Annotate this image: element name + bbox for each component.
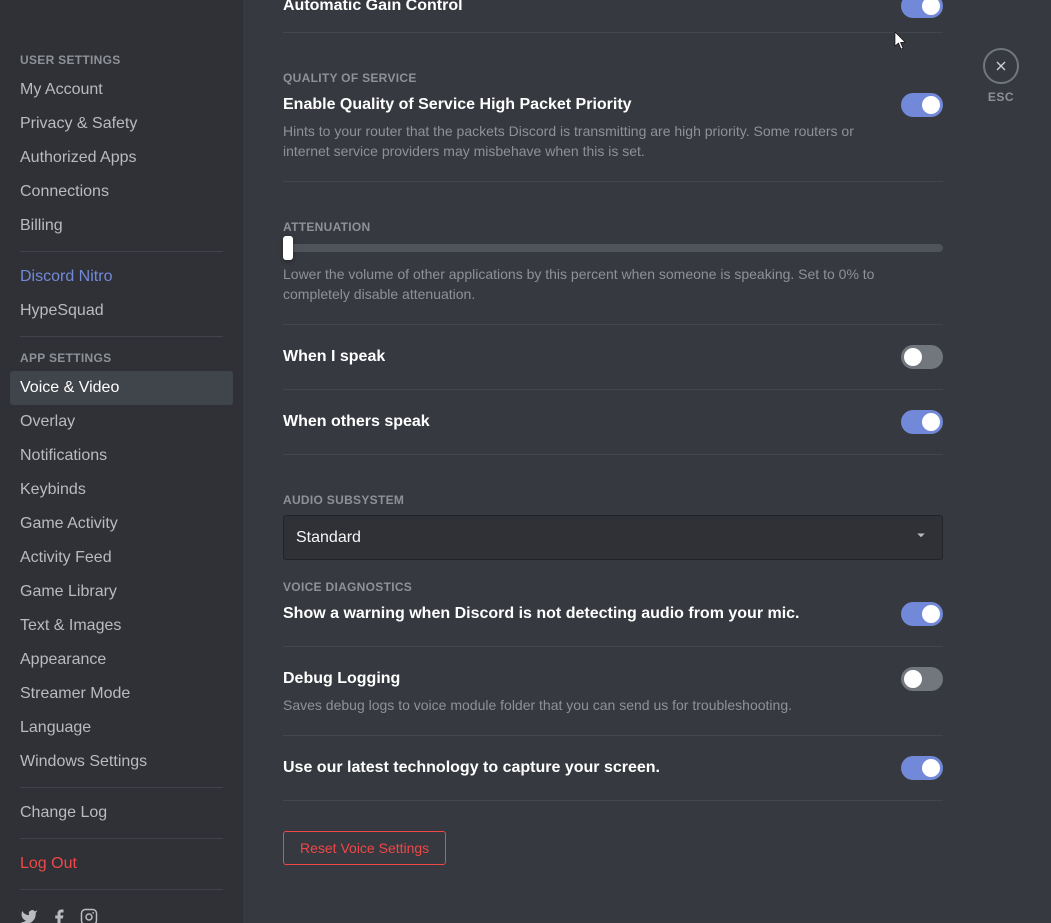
diagnostics-header: VOICE DIAGNOSTICS — [283, 580, 943, 594]
app-settings-header: APP SETTINGS — [10, 345, 233, 371]
sidebar-divider — [20, 787, 223, 788]
twitter-icon[interactable] — [20, 908, 38, 923]
sidebar-divider — [20, 889, 223, 890]
audio-subsystem-value: Standard — [296, 529, 361, 547]
sidebar-item-logout[interactable]: Log Out — [10, 847, 233, 881]
sidebar-item-keybinds[interactable]: Keybinds — [10, 473, 233, 507]
setting-when-others-speak: When others speak — [283, 410, 881, 434]
audio-subsystem-header: AUDIO SUBSYSTEM — [283, 493, 943, 507]
facebook-icon[interactable] — [50, 908, 68, 923]
close-icon[interactable] — [983, 48, 1019, 84]
setting-when-i-speak: When I speak — [283, 345, 881, 369]
sidebar-item-language[interactable]: Language — [10, 711, 233, 745]
chevron-down-icon — [912, 526, 930, 549]
sidebar-item-voice-video[interactable]: Voice & Video — [10, 371, 233, 405]
sidebar-item-billing[interactable]: Billing — [10, 209, 233, 243]
sidebar-divider — [20, 336, 223, 337]
close-esc-label: ESC — [983, 90, 1019, 104]
toggle-qos[interactable] — [901, 93, 943, 117]
sidebar-item-hypesquad[interactable]: HypeSquad — [10, 294, 233, 328]
settings-content: Automatic Gain Control QUALITY OF SERVIC… — [243, 0, 1051, 923]
sidebar-item-windows-settings[interactable]: Windows Settings — [10, 745, 233, 779]
sidebar-item-change-log[interactable]: Change Log — [10, 796, 233, 830]
sidebar-item-game-activity[interactable]: Game Activity — [10, 507, 233, 541]
toggle-when-i-speak[interactable] — [901, 345, 943, 369]
toggle-screen-capture[interactable] — [901, 756, 943, 780]
settings-sidebar: USER SETTINGS My Account Privacy & Safet… — [0, 0, 243, 923]
sidebar-item-notifications[interactable]: Notifications — [10, 439, 233, 473]
attenuation-slider-handle[interactable] — [283, 236, 293, 260]
sidebar-item-overlay[interactable]: Overlay — [10, 405, 233, 439]
setting-qos-title: Enable Quality of Service High Packet Pr… — [283, 93, 881, 117]
reset-voice-button[interactable]: Reset Voice Settings — [283, 831, 446, 865]
sidebar-item-privacy[interactable]: Privacy & Safety — [10, 107, 233, 141]
sidebar-item-game-library[interactable]: Game Library — [10, 575, 233, 609]
attenuation-header: ATTENUATION — [283, 220, 943, 234]
sidebar-item-authorized-apps[interactable]: Authorized Apps — [10, 141, 233, 175]
setting-debug-title: Debug Logging — [283, 667, 881, 691]
attenuation-slider-track[interactable] — [283, 244, 943, 252]
toggle-warning[interactable] — [901, 602, 943, 626]
audio-subsystem-select[interactable]: Standard — [283, 515, 943, 560]
sidebar-item-appearance[interactable]: Appearance — [10, 643, 233, 677]
toggle-debug[interactable] — [901, 667, 943, 691]
user-settings-header: USER SETTINGS — [10, 47, 233, 73]
sidebar-divider — [20, 838, 223, 839]
setting-agc-title: Automatic Gain Control — [283, 0, 881, 18]
mouse-cursor — [894, 32, 908, 55]
sidebar-item-text-images[interactable]: Text & Images — [10, 609, 233, 643]
close-settings[interactable]: ESC — [983, 48, 1019, 104]
sidebar-item-streamer-mode[interactable]: Streamer Mode — [10, 677, 233, 711]
setting-qos-desc: Hints to your router that the packets Di… — [283, 121, 881, 161]
setting-screen-title: Use our latest technology to capture you… — [283, 756, 881, 780]
sidebar-item-nitro[interactable]: Discord Nitro — [10, 260, 233, 294]
sidebar-item-activity-feed[interactable]: Activity Feed — [10, 541, 233, 575]
toggle-agc[interactable] — [901, 0, 943, 18]
sidebar-item-my-account[interactable]: My Account — [10, 73, 233, 107]
instagram-icon[interactable] — [80, 908, 98, 923]
sidebar-item-connections[interactable]: Connections — [10, 175, 233, 209]
setting-debug-desc: Saves debug logs to voice module folder … — [283, 695, 881, 715]
toggle-when-others-speak[interactable] — [901, 410, 943, 434]
qos-header: QUALITY OF SERVICE — [283, 71, 943, 85]
sidebar-divider — [20, 251, 223, 252]
attenuation-desc: Lower the volume of other applications b… — [283, 264, 943, 304]
setting-warning-title: Show a warning when Discord is not detec… — [283, 602, 881, 626]
